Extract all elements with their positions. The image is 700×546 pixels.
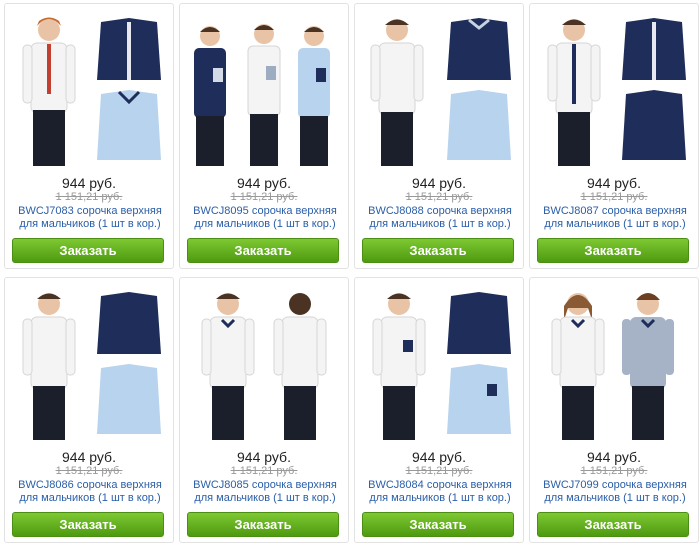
product-grid: 944 руб. 1 151,21 руб. BWCJ7083 сорочка … — [0, 0, 700, 546]
product-image[interactable] — [184, 284, 344, 440]
product-image[interactable] — [184, 10, 344, 166]
product-price: 944 руб. — [62, 175, 116, 191]
product-old-price: 1 151,21 руб. — [405, 465, 473, 477]
product-title-link[interactable]: BWCJ8087 сорочка верхняя для мальчиков (… — [538, 205, 692, 231]
order-button[interactable]: Заказать — [537, 238, 689, 263]
product-card[interactable]: 944 руб. 1 151,21 руб. BWCJ8085 сорочка … — [179, 277, 349, 543]
order-button[interactable]: Заказать — [12, 238, 164, 263]
product-price: 944 руб. — [62, 449, 116, 465]
product-old-price: 1 151,21 руб. — [230, 465, 298, 477]
order-button[interactable]: Заказать — [362, 512, 514, 537]
product-card[interactable]: 944 руб. 1 151,21 руб. BWCJ8086 сорочка … — [4, 277, 174, 543]
product-old-price: 1 151,21 руб. — [405, 191, 473, 203]
product-title-link[interactable]: BWCJ7099 сорочка верхняя для мальчиков (… — [538, 479, 692, 505]
product-card[interactable]: 944 руб. 1 151,21 руб. BWCJ7083 сорочка … — [4, 3, 174, 269]
product-image[interactable] — [534, 10, 694, 166]
product-title-link[interactable]: BWCJ8084 сорочка верхняя для мальчиков (… — [363, 479, 517, 505]
order-button[interactable]: Заказать — [12, 512, 164, 537]
product-old-price: 1 151,21 руб. — [230, 191, 298, 203]
product-card[interactable]: 944 руб. 1 151,21 руб. BWCJ8095 сорочка … — [179, 3, 349, 269]
product-price: 944 руб. — [587, 449, 641, 465]
product-image[interactable] — [534, 284, 694, 440]
order-button[interactable]: Заказать — [537, 512, 689, 537]
product-price: 944 руб. — [237, 449, 291, 465]
product-image[interactable] — [9, 284, 169, 440]
product-title-link[interactable]: BWCJ7083 сорочка верхняя для мальчиков (… — [13, 205, 167, 231]
product-title-link[interactable]: BWCJ8095 сорочка верхняя для мальчиков (… — [188, 205, 342, 231]
product-image[interactable] — [359, 10, 519, 166]
product-card[interactable]: 944 руб. 1 151,21 руб. BWCJ8087 сорочка … — [529, 3, 699, 269]
product-title-link[interactable]: BWCJ8088 сорочка верхняя для мальчиков (… — [363, 205, 517, 231]
product-old-price: 1 151,21 руб. — [580, 465, 648, 477]
product-old-price: 1 151,21 руб. — [580, 191, 648, 203]
product-image[interactable] — [9, 10, 169, 166]
order-button[interactable]: Заказать — [187, 512, 339, 537]
product-price: 944 руб. — [237, 175, 291, 191]
product-image[interactable] — [359, 284, 519, 440]
product-old-price: 1 151,21 руб. — [55, 465, 123, 477]
product-card[interactable]: 944 руб. 1 151,21 руб. BWCJ8084 сорочка … — [354, 277, 524, 543]
product-title-link[interactable]: BWCJ8086 сорочка верхняя для мальчиков (… — [13, 479, 167, 505]
product-price: 944 руб. — [587, 175, 641, 191]
product-price: 944 руб. — [412, 449, 466, 465]
product-price: 944 руб. — [412, 175, 466, 191]
product-title-link[interactable]: BWCJ8085 сорочка верхняя для мальчиков (… — [188, 479, 342, 505]
product-old-price: 1 151,21 руб. — [55, 191, 123, 203]
order-button[interactable]: Заказать — [362, 238, 514, 263]
product-card[interactable]: 944 руб. 1 151,21 руб. BWCJ8088 сорочка … — [354, 3, 524, 269]
product-card[interactable]: 944 руб. 1 151,21 руб. BWCJ7099 сорочка … — [529, 277, 699, 543]
order-button[interactable]: Заказать — [187, 238, 339, 263]
